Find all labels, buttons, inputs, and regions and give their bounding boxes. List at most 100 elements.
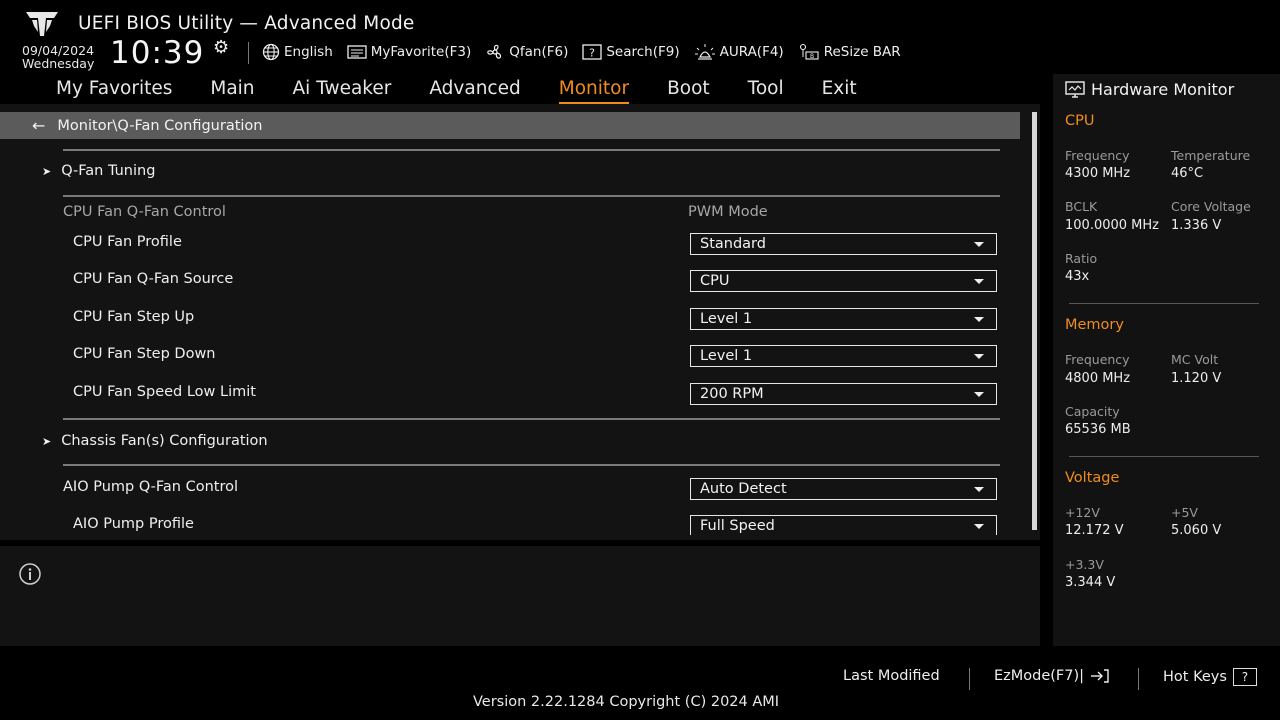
hardware-monitor-panel: Hardware Monitor CPU Frequency 4300 MHz … [1053,74,1280,646]
search-label: Search(F9) [606,44,680,60]
hw-mc-volt-label: MC Volt [1171,352,1219,367]
caret-down-icon [974,242,984,247]
cpu-fan-step-up-select[interactable]: Level 1 [690,308,997,330]
tab-exit[interactable]: Exit [822,78,857,104]
myfavorite-label: MyFavorite(F3) [370,44,472,60]
tab-ai-tweaker[interactable]: Ai Tweaker [293,78,392,104]
cpu-fan-step-down-select[interactable]: Level 1 [690,345,997,367]
submenu-arrow-icon: ➤ [42,164,52,178]
hw-ratio-value: 43x [1065,269,1090,284]
aura-light-icon [694,44,715,60]
select-value: Auto Detect [700,481,787,497]
cpu-fan-profile-label: CPU Fan Profile [73,234,182,250]
settings-panel: ← Monitor\Q-Fan Configuration ➤ Q-Fan Tu… [0,104,1040,540]
tuf-logo-icon [26,12,58,36]
language-label: English [284,44,333,60]
tab-monitor[interactable]: Monitor [558,78,630,104]
submenu-label: Chassis Fan(s) Configuration [61,433,268,449]
select-value: Standard [700,236,766,252]
hw-bclk-label: BCLK [1065,199,1098,214]
divider [63,195,1000,197]
resize-bar-label: ReSize BAR [823,44,901,60]
hot-keys-button[interactable]: Hot Keys ? [1163,668,1257,686]
hw-12v-label: +12V [1065,505,1100,520]
toolbar: English MyFavorite(F3) Qfan(F6) ? Search… [262,43,901,61]
aio-pump-qfan-control-select[interactable]: Auto Detect [690,478,997,500]
tab-main[interactable]: Main [210,78,254,104]
hw-5v-label: +5V [1171,505,1198,520]
hw-5v-value: 5.060 V [1171,523,1222,538]
divider [1069,303,1259,304]
back-arrow-icon[interactable]: ← [32,116,45,135]
caret-down-icon [974,524,984,529]
caret-down-icon [974,354,984,359]
last-modified-button[interactable]: Last Modified [843,668,940,684]
version-text: Version 2.22.1284 Copyright (C) 2024 AMI [473,694,780,710]
svg-text:?: ? [589,47,595,60]
main-nav: My Favorites Main Ai Tweaker Advanced Mo… [56,78,895,104]
aura-button[interactable]: AURA(F4) [694,43,784,61]
divider [969,668,970,690]
divider [63,464,1000,466]
caret-down-icon [974,279,984,284]
cpu-fan-step-up-label: CPU Fan Step Up [73,309,195,325]
hw-capacity-label: Capacity [1065,404,1120,419]
ezmode-label: EzMode(F7)| [994,668,1085,684]
divider [1069,456,1259,457]
hw-cpu-frequency-label: Frequency [1065,148,1130,163]
footer: Last Modified EzMode(F7)| Hot Keys ? Ver… [0,646,1280,720]
hw-12v-value: 12.172 V [1065,523,1124,538]
hw-voltage-heading: Voltage [1065,470,1120,486]
select-value: CPU [700,273,730,289]
select-value: 200 RPM [700,386,764,402]
hw-cpu-frequency-value: 4300 MHz [1065,166,1131,181]
search-button[interactable]: ? Search(F9) [582,43,680,61]
language-button[interactable]: English [262,43,333,61]
hw-mem-frequency-value: 4800 MHz [1065,371,1131,386]
select-value: Level 1 [700,348,753,364]
cpu-fan-speed-low-limit-select[interactable]: 200 RPM [690,383,997,405]
divider [63,418,1000,420]
breadcrumb[interactable]: ← Monitor\Q-Fan Configuration [0,112,1020,139]
tab-my-favorites[interactable]: My Favorites [56,78,172,104]
hw-mc-volt-value: 1.120 V [1171,371,1222,386]
cpu-fan-qfan-source-select[interactable]: CPU [690,270,997,292]
hw-cpu-temperature-value: 46°C [1171,166,1204,181]
cpu-fan-qfan-control-value[interactable]: PWM Mode [688,204,768,220]
hw-3v3-value: 3.344 V [1065,575,1116,590]
clock[interactable]: 10:39 [110,36,204,70]
submenu-qfan-tuning[interactable]: ➤ Q-Fan Tuning [42,163,155,179]
scrollbar[interactable] [1032,112,1037,530]
aio-pump-profile-select[interactable]: Full Speed [690,515,997,535]
divider [1138,668,1139,690]
globe-icon [262,43,280,61]
help-key-icon: ? [1232,668,1257,686]
qfan-label: Qfan(F6) [509,44,569,60]
hw-cpu-temperature-label: Temperature [1171,148,1251,163]
cpu-fan-profile-select[interactable]: Standard [690,233,997,255]
aio-pump-qfan-control-label: AIO Pump Q-Fan Control [63,479,238,495]
hw-mem-frequency-label: Frequency [1065,352,1130,367]
monitor-icon [1065,80,1085,98]
caret-down-icon [974,487,984,492]
tab-tool[interactable]: Tool [748,78,784,104]
hardware-monitor-title: Hardware Monitor [1065,80,1234,99]
qfan-button[interactable]: Qfan(F6) [485,43,568,61]
date-display: 09/04/2024 Wednesday [22,44,94,70]
hw-capacity-value: 65536 MB [1065,422,1131,437]
tab-boot[interactable]: Boot [667,78,710,104]
select-value: Full Speed [700,517,775,534]
hw-3v3-label: +3.3V [1065,557,1104,572]
cpu-fan-qfan-source-label: CPU Fan Q-Fan Source [73,271,234,287]
hw-core-voltage-label: Core Voltage [1171,199,1251,214]
submenu-chassis-fans[interactable]: ➤ Chassis Fan(s) Configuration [42,433,268,449]
divider [63,149,1000,151]
hw-ratio-label: Ratio [1065,251,1098,266]
tab-advanced[interactable]: Advanced [429,78,520,104]
gear-icon[interactable]: ⚙ [213,37,229,58]
hot-keys-label: Hot Keys [1163,669,1227,685]
myfavorite-button[interactable]: MyFavorite(F3) [347,43,471,61]
resize-bar-button[interactable]: B ReSize BAR [798,43,901,61]
ezmode-button[interactable]: EzMode(F7)| [994,668,1110,684]
submenu-arrow-icon: ➤ [42,434,52,448]
